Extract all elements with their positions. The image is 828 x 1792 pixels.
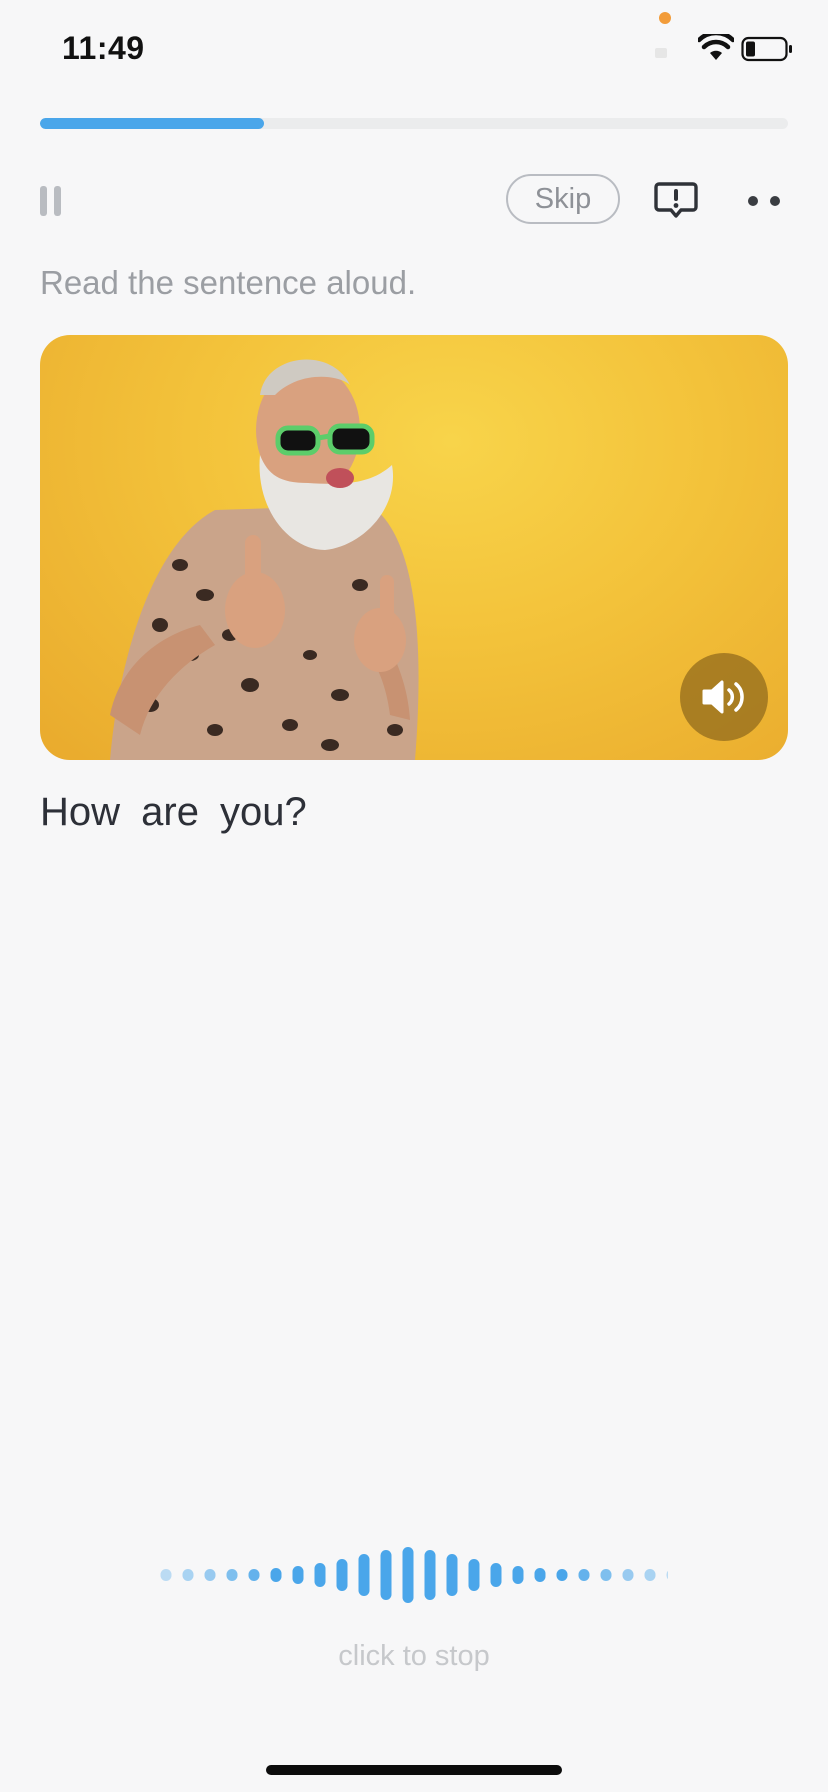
privacy-indicator-dot — [659, 12, 671, 24]
waveform-bar — [314, 1563, 326, 1587]
speaker-icon — [702, 680, 744, 714]
waveform-bar — [622, 1569, 634, 1581]
play-audio-button[interactable] — [680, 653, 768, 741]
waveform-bar — [424, 1550, 436, 1600]
man-with-sunglasses-illustration — [110, 359, 419, 760]
waveform-bar — [534, 1568, 546, 1582]
waveform-bar — [248, 1569, 260, 1581]
skip-button[interactable]: Skip — [506, 174, 620, 224]
waveform-bar — [402, 1547, 414, 1603]
exercise-instruction: Read the sentence aloud. — [40, 264, 417, 301]
lesson-progress-bar — [40, 118, 788, 129]
waveform-bar — [182, 1569, 194, 1581]
report-flag-icon[interactable] — [654, 180, 698, 220]
click-to-stop-label[interactable]: click to stop — [0, 1640, 828, 1673]
waveform-bar — [226, 1569, 238, 1581]
waveform-bar — [556, 1569, 568, 1581]
lesson-progress-fill — [40, 118, 265, 129]
status-time: 11:49 — [62, 30, 145, 66]
wifi-icon — [698, 34, 734, 60]
waveform-bar — [160, 1569, 172, 1581]
home-indicator — [266, 1765, 562, 1775]
waveform-bar — [512, 1566, 524, 1584]
recording-waveform[interactable] — [160, 1540, 668, 1610]
waveform-bar — [270, 1568, 282, 1582]
waveform-bar — [380, 1550, 392, 1600]
pause-icon[interactable] — [40, 186, 64, 216]
exercise-image-card — [40, 335, 788, 760]
waveform-bar — [490, 1563, 502, 1587]
waveform-bar — [666, 1570, 668, 1580]
waveform-bar — [292, 1566, 304, 1584]
status-bar: 11:49 — [0, 0, 828, 100]
battery-icon — [741, 36, 792, 62]
cellular-signal-icon — [655, 48, 667, 58]
waveform-bar — [578, 1569, 590, 1581]
target-sentence: How are you? — [40, 790, 307, 834]
waveform-bar — [358, 1554, 370, 1596]
more-dots-icon[interactable] — [746, 194, 782, 208]
waveform-bar — [468, 1559, 480, 1591]
waveform-bar — [600, 1569, 612, 1581]
waveform-bar — [644, 1569, 656, 1581]
waveform-bar — [336, 1559, 348, 1591]
waveform-bar — [446, 1554, 458, 1596]
waveform-bar — [204, 1569, 216, 1581]
